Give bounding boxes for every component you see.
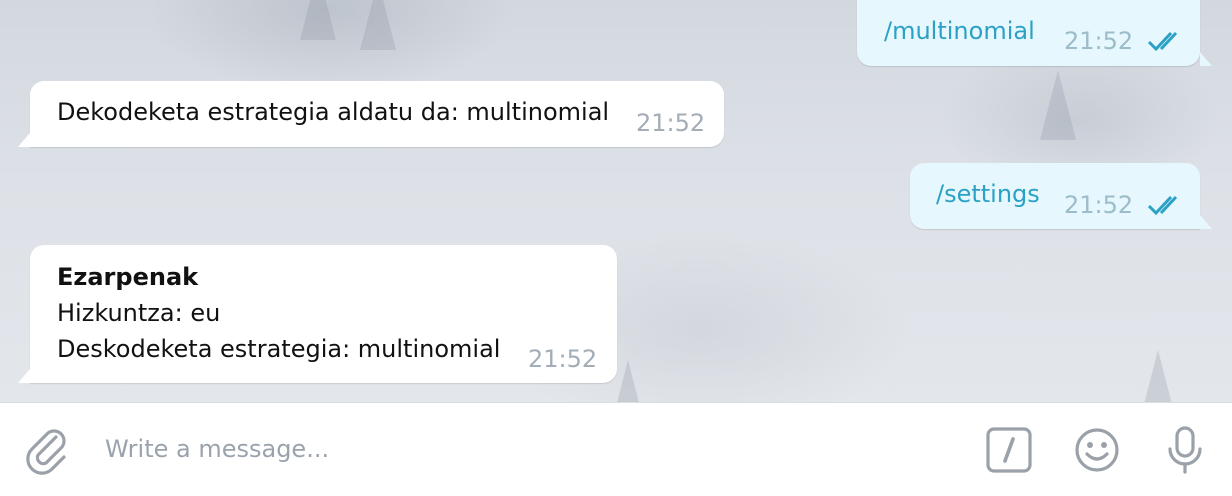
command-link[interactable]: /settings	[936, 180, 1040, 208]
emoji-icon[interactable]	[1073, 426, 1121, 474]
chat-history: /multinomial 21:52 Dekodeketa estrategia…	[0, 0, 1232, 402]
message-input[interactable]: Write a message...	[90, 403, 960, 496]
message-line: Deskodeketa estrategia: multinomial	[57, 335, 501, 363]
message-time: 21:52	[528, 345, 598, 373]
message-title: Ezarpenak	[57, 263, 199, 291]
background-tree	[1140, 350, 1176, 402]
background-tree	[360, 0, 396, 50]
incoming-message[interactable]: Dekodeketa estrategia aldatu da: multino…	[18, 81, 724, 147]
message-composer: Write a message...	[0, 402, 1232, 496]
paperclip-icon[interactable]	[26, 427, 70, 475]
double-check-icon	[1147, 195, 1178, 216]
background-tree	[300, 0, 336, 40]
background-tree	[1040, 70, 1076, 140]
incoming-message[interactable]: Ezarpenak Hizkuntza: eu Deskodeketa estr…	[18, 245, 617, 383]
double-check-icon	[1147, 31, 1178, 52]
message-placeholder: Write a message...	[105, 435, 330, 463]
message-line: Hizkuntza: eu	[57, 299, 221, 327]
slash-command-icon[interactable]	[986, 427, 1032, 473]
microphone-icon[interactable]	[1165, 425, 1205, 475]
outgoing-message[interactable]: /settings 21:52	[910, 163, 1212, 229]
outgoing-message[interactable]: /multinomial 21:52	[857, 0, 1212, 66]
message-text: Dekodeketa estrategia aldatu da: multino…	[57, 98, 610, 126]
message-time: 21:52	[636, 109, 706, 137]
message-time: 21:52	[1064, 27, 1134, 55]
command-link[interactable]: /multinomial	[884, 17, 1035, 45]
message-time: 21:52	[1064, 191, 1134, 219]
